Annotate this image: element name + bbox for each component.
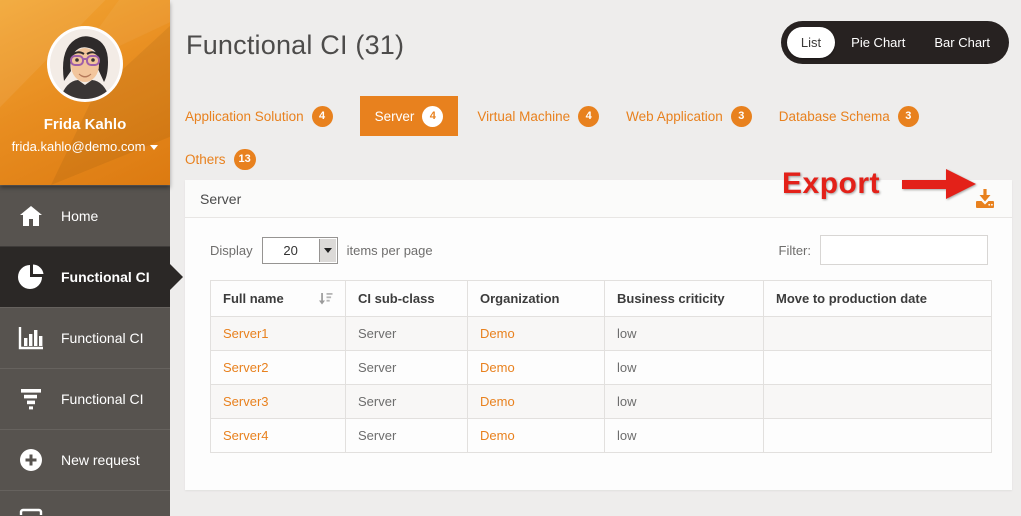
organization-link[interactable]: Demo — [480, 428, 515, 443]
tab-label: Virtual Machine — [477, 109, 570, 124]
tab-server[interactable]: Server 4 — [360, 96, 459, 136]
sidebar-item-home[interactable]: Home — [0, 185, 170, 246]
funnel-icon — [18, 386, 44, 412]
tab-others[interactable]: Others 13 — [185, 139, 256, 179]
panel-header: Server — [185, 180, 1012, 218]
tab-bar: Application Solution 4 Server 4 Virtual … — [185, 96, 1011, 179]
toggle-option-list[interactable]: List — [787, 27, 835, 58]
subclass-cell: Server — [346, 351, 468, 385]
sidebar-item-label: New request — [61, 452, 140, 468]
tab-label: Server — [375, 109, 415, 124]
tab-count-badge: 4 — [312, 106, 333, 127]
plus-circle-icon — [18, 447, 44, 473]
avatar — [47, 26, 123, 102]
server-panel: Server Display 20 items per page — [185, 180, 1012, 490]
display-label: Display — [210, 243, 253, 258]
full-name-link[interactable]: Server4 — [223, 428, 269, 443]
table-row: Server3 Server Demo low — [211, 385, 992, 419]
sidebar-item-label: Functional CI — [61, 330, 143, 346]
criticity-cell: low — [605, 419, 764, 453]
column-header-move-to-production-date[interactable]: Move to production date — [764, 281, 992, 317]
tab-row-1: Application Solution 4 Server 4 Virtual … — [185, 96, 1011, 136]
panel-title: Server — [200, 191, 241, 207]
table-header-row: Full name CI sub-class — [211, 281, 992, 317]
items-per-page-suffix: items per page — [347, 243, 433, 258]
view-toggle: List Pie Chart Bar Chart — [781, 21, 1009, 64]
panel-body: Display 20 items per page Filter: — [185, 218, 1012, 453]
pie-chart-icon — [18, 264, 44, 290]
profile-menu-trigger[interactable]: frida.kahlo@demo.com — [0, 139, 170, 154]
tab-count-badge: 4 — [422, 106, 443, 127]
column-header-business-criticity[interactable]: Business criticity — [605, 281, 764, 317]
subclass-cell: Server — [346, 317, 468, 351]
move-date-cell — [764, 317, 992, 351]
sidebar: Frida Kahlo frida.kahlo@demo.com Home Fu… — [0, 0, 170, 516]
organization-link[interactable]: Demo — [480, 360, 515, 375]
sidebar-item-label: Home — [61, 208, 98, 224]
table-row: Server4 Server Demo low — [211, 419, 992, 453]
criticity-cell: low — [605, 351, 764, 385]
home-icon — [18, 203, 44, 229]
table-row: Server2 Server Demo low — [211, 351, 992, 385]
tab-application-solution[interactable]: Application Solution 4 — [185, 96, 333, 136]
bar-chart-icon — [18, 325, 44, 351]
move-date-cell — [764, 419, 992, 453]
server-table: Full name CI sub-class — [210, 280, 992, 453]
tab-label: Web Application — [626, 109, 723, 124]
profile-name: Frida Kahlo — [0, 116, 170, 133]
column-header-ci-sub-class[interactable]: CI sub-class — [346, 281, 468, 317]
tab-count-badge: 13 — [234, 149, 256, 170]
toggle-option-pie-chart[interactable]: Pie Chart — [838, 27, 918, 58]
sidebar-item-functional-ci-pie[interactable]: Functional CI — [0, 246, 170, 307]
sidebar-item-functional-ci-bar[interactable]: Functional CI — [0, 307, 170, 368]
tab-label: Database Schema — [779, 109, 890, 124]
toggle-option-bar-chart[interactable]: Bar Chart — [921, 27, 1003, 58]
tab-web-application[interactable]: Web Application 3 — [626, 96, 752, 136]
move-date-cell — [764, 385, 992, 419]
filter-input[interactable] — [820, 235, 988, 265]
column-header-organization[interactable]: Organization — [468, 281, 605, 317]
sidebar-item-label: Functional CI — [61, 391, 143, 407]
full-name-link[interactable]: Server2 — [223, 360, 269, 375]
tab-count-badge: 4 — [578, 106, 599, 127]
tab-virtual-machine[interactable]: Virtual Machine 4 — [477, 96, 599, 136]
subclass-cell: Server — [346, 419, 468, 453]
tab-database-schema[interactable]: Database Schema 3 — [779, 96, 919, 136]
sidebar-item-new-request[interactable]: New request — [0, 429, 170, 490]
organization-link[interactable]: Demo — [480, 326, 515, 341]
table-row: Server1 Server Demo low — [211, 317, 992, 351]
export-button[interactable] — [975, 188, 995, 209]
move-date-cell — [764, 351, 992, 385]
organization-link[interactable]: Demo — [480, 394, 515, 409]
caret-down-icon — [150, 145, 158, 150]
profile-email: frida.kahlo@demo.com — [12, 139, 146, 154]
profile-header: Frida Kahlo frida.kahlo@demo.com — [0, 0, 170, 185]
filter-group: Filter: — [779, 235, 989, 265]
catalog-icon — [18, 505, 44, 515]
main-content: Functional CI (31) List Pie Chart Bar Ch… — [170, 0, 1021, 516]
tab-count-badge: 3 — [898, 106, 919, 127]
criticity-cell: low — [605, 317, 764, 351]
select-arrow-icon[interactable] — [319, 239, 336, 262]
sidebar-item-partial[interactable] — [0, 490, 170, 515]
page-title: Functional CI (31) — [186, 30, 404, 61]
sidebar-item-functional-ci-funnel[interactable]: Functional CI — [0, 368, 170, 429]
subclass-cell: Server — [346, 385, 468, 419]
tab-count-badge: 3 — [731, 106, 752, 127]
items-per-page-value: 20 — [263, 238, 319, 263]
tab-label: Application Solution — [185, 109, 304, 124]
filter-label: Filter: — [779, 243, 812, 258]
full-name-link[interactable]: Server1 — [223, 326, 269, 341]
pager-controls: Display 20 items per page Filter: — [210, 235, 988, 265]
sidebar-item-label: Functional CI — [61, 269, 150, 285]
column-header-full-name[interactable]: Full name — [211, 281, 346, 317]
items-per-page-select[interactable]: 20 — [262, 237, 338, 264]
full-name-link[interactable]: Server3 — [223, 394, 269, 409]
criticity-cell: low — [605, 385, 764, 419]
tab-label: Others — [185, 152, 226, 167]
download-icon — [975, 188, 995, 209]
tab-row-2: Others 13 — [185, 139, 1011, 179]
column-label: Full name — [223, 291, 284, 306]
sort-descending-icon — [318, 291, 333, 306]
